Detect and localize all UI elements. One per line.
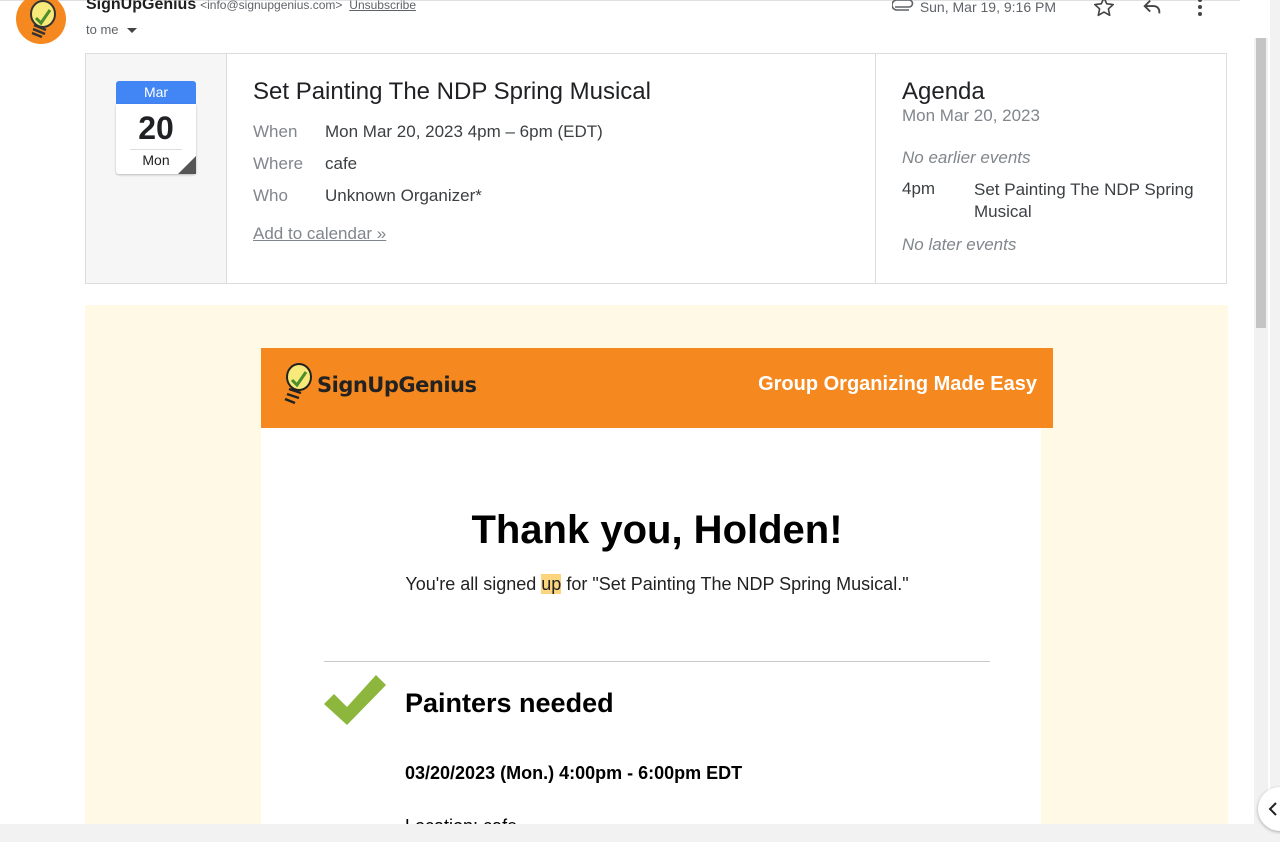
agenda-event-time: 4pm xyxy=(902,179,936,198)
caret-down-icon xyxy=(126,28,137,33)
calendar-invite-card: Mar 20 Mon Set Painting The NDP Spring M… xyxy=(85,53,1227,284)
content-divider xyxy=(324,661,990,662)
email-panel: SignUpGenius <info@signupgenius.com> Uns… xyxy=(0,0,1270,824)
lightbulb-icon xyxy=(30,0,56,39)
sender-avatar[interactable] xyxy=(16,0,66,44)
event-details: Set Painting The NDP Spring Musical When… xyxy=(227,54,876,283)
signed-text-post: for "Set Painting The NDP Spring Musical… xyxy=(561,574,909,594)
no-earlier-events: No earlier events xyxy=(902,148,1031,167)
calendar-date-icon: Mar 20 Mon xyxy=(116,81,196,176)
banner-tagline: Group Organizing Made Easy xyxy=(758,373,1037,395)
event-title: Set Painting The NDP Spring Musical xyxy=(253,78,651,105)
where-label: Where xyxy=(253,154,304,173)
header-actions: Sun, Mar 19, 9:16 PM xyxy=(890,0,1224,20)
who-label: Who xyxy=(253,186,288,205)
calendar-page: 20 Mon xyxy=(116,104,196,174)
unsubscribe-link[interactable]: Unsubscribe xyxy=(349,0,416,12)
who-value: Unknown Organizer* xyxy=(325,186,482,205)
event-when-row: When Mon Mar 20, 2023 4pm – 6pm (EDT) xyxy=(253,122,603,142)
scrollbar-thumb[interactable] xyxy=(1256,38,1266,328)
when-label: When xyxy=(253,122,298,141)
event-who-row: Who Unknown Organizer* xyxy=(253,186,482,206)
reply-button[interactable] xyxy=(1128,0,1176,20)
attachment-icon xyxy=(890,0,916,20)
signed-up-message: You're all signed up for "Set Painting T… xyxy=(261,574,1053,595)
calendar-month: Mar xyxy=(116,81,196,104)
slot-date: 03/20/2023 (Mon.) 4:00pm - 6:00pm EDT xyxy=(405,763,743,783)
email-date: Sun, Mar 19, 9:16 PM xyxy=(919,0,1056,15)
lightbulb-logo-icon xyxy=(284,363,312,405)
calendar-date-column: Mar 20 Mon xyxy=(86,54,227,283)
chevron-left-icon xyxy=(1268,802,1277,816)
when-value: Mon Mar 20, 2023 4pm – 6pm (EDT) xyxy=(325,122,603,141)
page-fold-icon xyxy=(178,156,196,174)
checkmark-icon xyxy=(324,675,386,725)
slot-title: Painters needed xyxy=(405,688,614,718)
reply-icon xyxy=(1143,0,1161,14)
more-vertical-icon xyxy=(1198,0,1202,16)
thank-you-heading: Thank you, Holden! xyxy=(471,508,843,552)
signupgenius-logo[interactable]: SignUpGenius xyxy=(277,361,477,409)
email-content: Thank you, Holden! You're all signed up … xyxy=(261,428,1041,824)
calendar-day: 20 xyxy=(138,110,174,146)
agenda-date: Mon Mar 20, 2023 xyxy=(902,106,1040,125)
star-icon xyxy=(1094,0,1114,17)
star-button[interactable] xyxy=(1080,0,1128,20)
more-options-button[interactable] xyxy=(1176,0,1224,20)
signed-text-pre: You're all signed xyxy=(405,574,542,594)
no-later-events: No later events xyxy=(902,235,1017,254)
add-to-calendar-link[interactable]: Add to calendar » xyxy=(253,224,386,244)
sender-line: SignUpGenius <info@signupgenius.com> Uns… xyxy=(86,0,416,14)
agenda-title: Agenda xyxy=(902,78,985,105)
logo-text: SignUpGenius xyxy=(317,373,477,397)
search-highlight: up xyxy=(541,574,562,594)
where-value: cafe xyxy=(325,154,358,173)
event-where-row: Where cafe xyxy=(253,154,357,174)
sender-email: <info@signupgenius.com> xyxy=(200,0,343,12)
recipients-toggle[interactable]: to me xyxy=(86,22,137,37)
agenda-panel: Agenda Mon Mar 20, 2023 No earlier event… xyxy=(876,54,1226,283)
calendar-weekday: Mon xyxy=(130,149,182,168)
sender-name: SignUpGenius xyxy=(86,0,197,13)
agenda-event[interactable]: 4pm Set Painting The NDP Spring Musical xyxy=(902,179,1214,223)
to-me-label: to me xyxy=(86,22,119,37)
slot-location: Location: cafe xyxy=(405,816,517,824)
signupgenius-banner: SignUpGenius Group Organizing Made Easy xyxy=(261,348,1053,428)
agenda-event-name: Set Painting The NDP Spring Musical xyxy=(974,180,1194,221)
